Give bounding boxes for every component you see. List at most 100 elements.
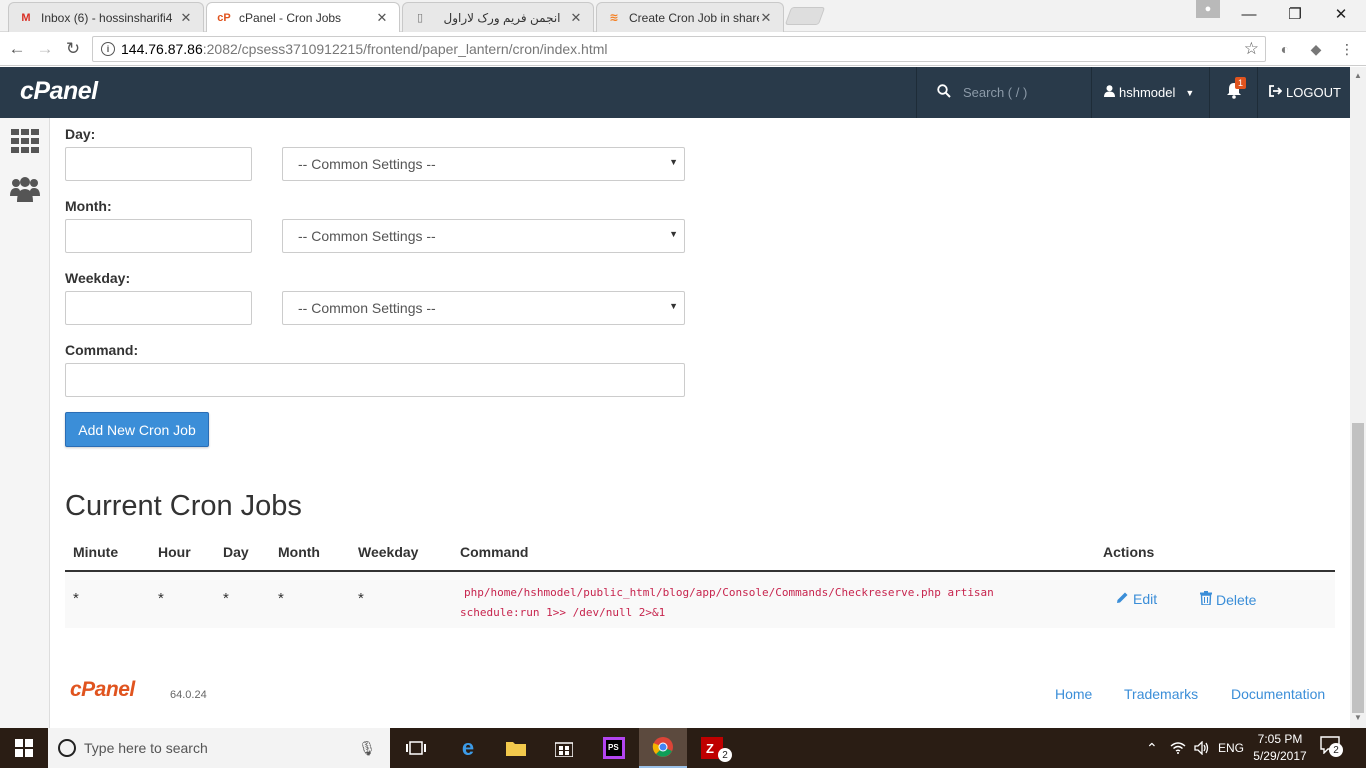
action-center-icon[interactable]: 2: [1320, 736, 1344, 760]
store-icon[interactable]: [540, 728, 588, 768]
phpstorm-icon[interactable]: PS: [590, 728, 638, 768]
restore-icon[interactable]: ❐: [1272, 0, 1318, 28]
select-value: -- Common Settings --: [298, 300, 436, 316]
volume-icon[interactable]: [1194, 728, 1210, 768]
tab-gmail[interactable]: M Inbox (6) - hossinsharifi4 ✕: [8, 2, 204, 32]
logout-icon: [1269, 85, 1283, 100]
chrome-icon[interactable]: [639, 728, 687, 768]
tab-cpanel[interactable]: cP cPanel - Cron Jobs ✕: [206, 2, 400, 32]
page-icon: ▯: [416, 12, 424, 24]
tab-laravel-forum[interactable]: ▯ انجمن فریم ورک لاراول ✕: [402, 2, 594, 32]
new-tab-button[interactable]: [784, 7, 826, 25]
browser-toolbar: ← → ↻ i 144.76.87.86:2082/cpsess37109122…: [0, 32, 1366, 66]
edit-link[interactable]: Edit: [1116, 591, 1157, 607]
scroll-down-icon[interactable]: ▼: [1354, 713, 1362, 722]
delete-link[interactable]: Delete: [1200, 591, 1256, 608]
tab-stackoverflow[interactable]: ≋ Create Cron Job in share ✕: [596, 2, 784, 32]
username: hshmodel: [1119, 85, 1176, 100]
command-input[interactable]: [65, 363, 685, 397]
weekday-label: Weekday:: [65, 270, 131, 286]
windows-taskbar: Type here to search 🎙 e PS Z 2 ⌃ ENG 7:0…: [0, 728, 1366, 768]
cortana-icon: [58, 739, 76, 757]
reload-icon[interactable]: ↻: [62, 38, 84, 60]
cpanel-logo[interactable]: cPanel: [20, 77, 98, 106]
logout-label: LOGOUT: [1286, 85, 1341, 100]
show-hidden-icons[interactable]: ⌃: [1146, 728, 1158, 768]
footer-link-home[interactable]: Home: [1055, 686, 1092, 702]
search-placeholder: Search ( / ): [963, 85, 1028, 100]
day-common-settings-select[interactable]: -- Common Settings -- ▼: [282, 147, 685, 181]
close-icon[interactable]: ✕: [179, 10, 193, 26]
url-host: 144.76.87.86: [121, 41, 203, 57]
microphone-icon[interactable]: 🎙: [358, 740, 376, 757]
address-bar[interactable]: i 144.76.87.86:2082/cpsess3710912215/fro…: [92, 36, 1266, 62]
notifications-button[interactable]: 1: [1210, 67, 1258, 118]
apps-grid-icon[interactable]: [10, 126, 40, 156]
version-number: 64.0.24: [170, 689, 207, 701]
caret-down-icon: ▼: [669, 229, 678, 239]
back-icon[interactable]: ←: [6, 38, 28, 60]
notification-count-badge: 2: [1329, 743, 1343, 757]
file-explorer-icon[interactable]: [492, 728, 540, 768]
close-window-icon[interactable]: ✕: [1318, 0, 1364, 28]
stack-icon: ≋: [609, 12, 619, 24]
weekday-input[interactable]: [65, 291, 252, 325]
add-cron-job-button[interactable]: Add New Cron Job: [65, 412, 209, 447]
scroll-thumb[interactable]: [1352, 423, 1364, 713]
minimize-icon[interactable]: —: [1226, 0, 1272, 28]
month-input[interactable]: [65, 219, 252, 253]
taskbar-search-box[interactable]: Type here to search 🎙: [48, 728, 390, 768]
users-icon[interactable]: [10, 174, 40, 204]
wifi-icon[interactable]: [1170, 728, 1186, 768]
extension-icon[interactable]: ◐: [1276, 40, 1294, 58]
edge-icon[interactable]: e: [444, 728, 492, 768]
tab-title: Create Cron Job in share: [629, 10, 759, 25]
footer-link-trademarks[interactable]: Trademarks: [1124, 686, 1198, 702]
profile-icon[interactable]: ●: [1196, 0, 1220, 18]
bookmark-star-icon[interactable]: ☆: [1244, 39, 1259, 59]
user-icon: [1104, 85, 1115, 100]
column-header-minute: Minute: [73, 544, 119, 560]
svg-text:Z: Z: [706, 741, 714, 756]
info-icon[interactable]: i: [101, 42, 115, 56]
weekday-common-settings-select[interactable]: -- Common Settings -- ▼: [282, 291, 685, 325]
footer-link-documentation[interactable]: Documentation: [1231, 686, 1325, 702]
cell-day: *: [223, 590, 229, 607]
cell-command: php/home/hshmodel/public_html/blog/app/C…: [460, 583, 1050, 623]
close-icon[interactable]: ✕: [375, 10, 389, 26]
command-line: schedule:run 1>> /dev/null 2>&1: [460, 606, 666, 619]
extension-icon[interactable]: ◆: [1307, 40, 1325, 58]
day-input[interactable]: [65, 147, 252, 181]
logout-button[interactable]: LOGOUT: [1260, 67, 1350, 118]
url-path: :2082/cpsess3710912215/frontend/paper_la…: [202, 41, 608, 57]
windows-start-icon[interactable]: [0, 728, 48, 768]
cell-minute: *: [73, 590, 79, 607]
select-value: -- Common Settings --: [298, 228, 436, 244]
cell-hour: *: [158, 590, 164, 607]
notification-badge: 1: [1235, 77, 1247, 89]
task-view-icon[interactable]: [392, 728, 440, 768]
clock-date: 5/29/2017: [1253, 749, 1307, 763]
user-menu[interactable]: hshmodel ▼: [1092, 67, 1210, 118]
cpanel-header: cPanel Search ( / ) hshmodel ▼ 1 LOGOUT: [0, 67, 1350, 118]
column-header-day: Day: [223, 544, 249, 560]
page-scrollbar[interactable]: ▲ ▼: [1350, 67, 1366, 728]
column-header-month: Month: [278, 544, 320, 560]
scroll-up-icon[interactable]: ▲: [1354, 71, 1362, 80]
close-icon[interactable]: ✕: [569, 10, 583, 26]
footer-cpanel-logo[interactable]: cPanel: [70, 678, 135, 702]
trash-icon: [1200, 591, 1212, 608]
tab-title: انجمن فریم ورک لاراول: [443, 10, 561, 25]
caret-down-icon: ▼: [1185, 87, 1195, 98]
filezilla-icon[interactable]: Z 2: [688, 728, 736, 768]
forward-icon[interactable]: →: [34, 38, 56, 60]
month-common-settings-select[interactable]: -- Common Settings -- ▼: [282, 219, 685, 253]
menu-icon[interactable]: ⋮: [1338, 40, 1356, 58]
sidebar: [0, 118, 50, 728]
month-label: Month:: [65, 198, 112, 214]
system-clock[interactable]: 7:05 PM 5/29/2017: [1244, 731, 1316, 765]
close-icon[interactable]: ✕: [759, 10, 773, 26]
gmail-icon: M: [21, 11, 31, 24]
language-indicator[interactable]: ENG: [1218, 728, 1244, 768]
search-box[interactable]: Search ( / ): [916, 67, 1092, 118]
